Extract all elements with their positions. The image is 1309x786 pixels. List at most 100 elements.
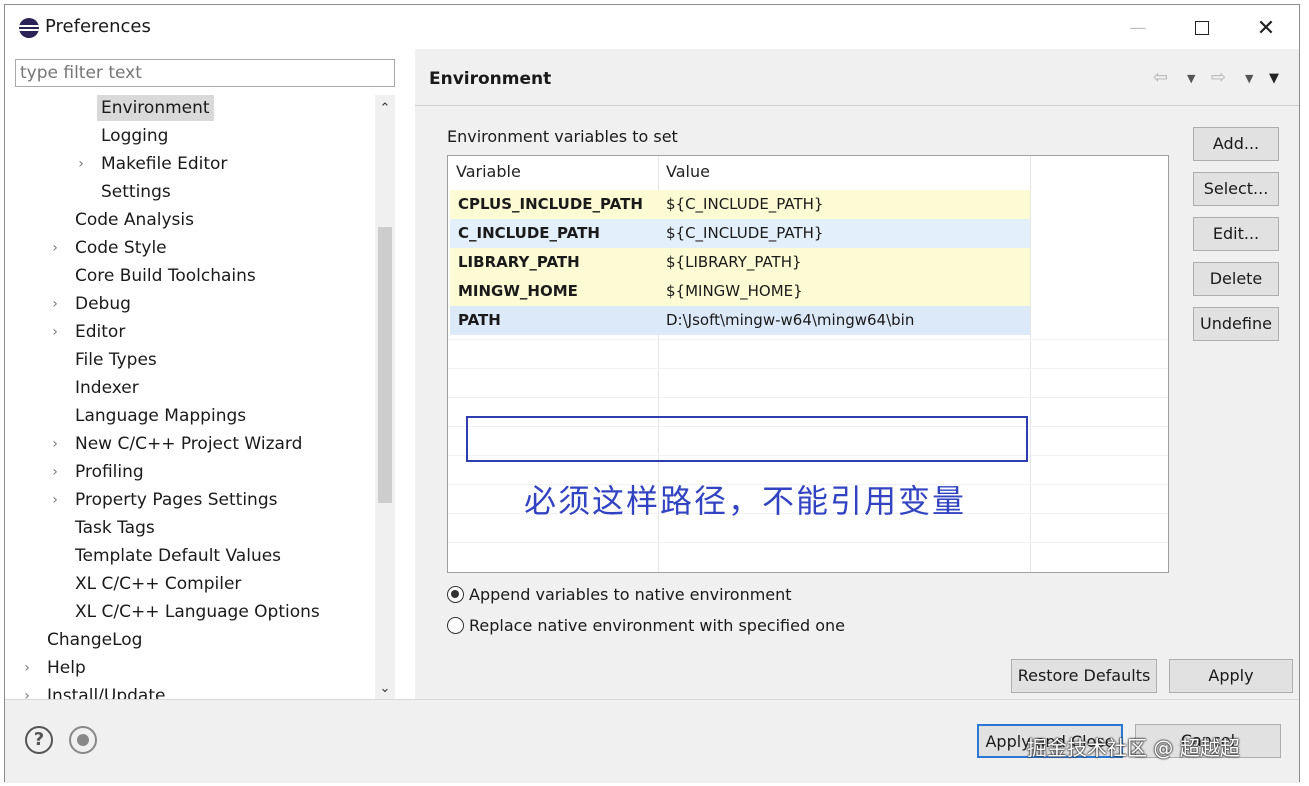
tree-item[interactable]: Template Default Values	[5, 543, 373, 569]
view-menu-icon[interactable]: ▼	[1269, 71, 1279, 86]
tree-item[interactable]: Logging	[5, 123, 373, 149]
tree-item[interactable]: › Makefile Editor	[5, 151, 373, 177]
tree-item-label: Debug	[75, 294, 131, 314]
restore-defaults-button[interactable]: Restore Defaults	[1011, 659, 1157, 693]
scroll-thumb[interactable]	[378, 227, 392, 503]
tree-item-label: Help	[47, 658, 86, 678]
variable-cell[interactable]: LIBRARY_PATH	[450, 248, 658, 277]
chevron-right-icon[interactable]: ›	[49, 319, 61, 345]
table-row[interactable]: PATH D:\Jsoft\mingw-w64\mingw64\bin	[450, 306, 1030, 335]
preferences-window: Preferences — ✕ Environment Logging › Makef…	[4, 4, 1300, 783]
title-bar: Preferences — ✕	[5, 5, 1299, 49]
tree-item[interactable]: Settings	[5, 179, 373, 205]
tree-item[interactable]: Indexer	[5, 375, 373, 401]
tree-item-label: Task Tags	[75, 518, 155, 538]
chevron-right-icon[interactable]: ›	[75, 151, 87, 177]
undefine-button[interactable]: Undefine	[1193, 307, 1279, 341]
tree-item[interactable]: XL C/C++ Language Options	[5, 599, 373, 625]
tree-item[interactable]: Code Analysis	[5, 207, 373, 233]
tree-item[interactable]: Core Build Toolchains	[5, 263, 373, 289]
maximize-button[interactable]	[1179, 13, 1225, 43]
preferences-tree: Environment Logging › Makefile Editor Settin…	[5, 95, 373, 699]
variable-cell[interactable]: MINGW_HOME	[450, 277, 658, 306]
variable-cell[interactable]: PATH	[450, 306, 658, 335]
column-header-variable[interactable]: Variable	[448, 156, 658, 188]
value-cell[interactable]: D:\Jsoft\mingw-w64\mingw64\bin	[658, 306, 1030, 335]
dialog-footer: ? Apply and Close Cancel 掘金技术社区 @ 超越超	[5, 699, 1299, 783]
value-cell[interactable]: ${LIBRARY_PATH}	[658, 248, 1030, 277]
chevron-right-icon[interactable]: ›	[49, 235, 61, 261]
chevron-right-icon[interactable]: ›	[49, 291, 61, 317]
edit-button[interactable]: Edit...	[1193, 217, 1279, 251]
annotation-text: 必须这样路径，不能引用变量	[524, 482, 967, 520]
tree-item-label: Install/Update	[47, 686, 166, 699]
help-icon[interactable]: ?	[25, 726, 53, 754]
tree-item-label: Code Style	[75, 238, 167, 258]
chevron-right-icon[interactable]: ›	[49, 431, 61, 457]
tree-item-label: Logging	[101, 126, 169, 146]
page-header: Environment ⇦ ▼ ⇨ ▼ ▼	[415, 49, 1299, 105]
tree-item[interactable]: ChangeLog	[5, 627, 373, 653]
select-button[interactable]: Select...	[1193, 172, 1279, 206]
append-radio[interactable]: Append variables to native environment	[447, 585, 792, 604]
minimize-button[interactable]: —	[1115, 13, 1161, 43]
tree-item[interactable]: › New C/C++ Project Wizard	[5, 431, 373, 457]
delete-button[interactable]: Delete	[1193, 262, 1279, 296]
tree-item-label: Settings	[101, 182, 171, 202]
preferences-tree-panel: Environment Logging › Makefile Editor Settin…	[5, 49, 409, 699]
table-row[interactable]: LIBRARY_PATH ${LIBRARY_PATH}	[450, 248, 1030, 277]
tree-item[interactable]: Language Mappings	[5, 403, 373, 429]
chevron-right-icon[interactable]: ›	[49, 487, 61, 513]
value-cell[interactable]: ${MINGW_HOME}	[658, 277, 1030, 306]
table-row[interactable]: MINGW_HOME ${MINGW_HOME}	[450, 277, 1030, 306]
table-row[interactable]: CPLUS_INCLUDE_PATH ${C_INCLUDE_PATH}	[450, 190, 1030, 219]
column-header-value[interactable]: Value	[658, 156, 1030, 188]
close-button[interactable]: ✕	[1243, 13, 1289, 43]
tree-item[interactable]: File Types	[5, 347, 373, 373]
tree-item[interactable]: › Install/Update	[5, 683, 373, 699]
preference-page: Environment ⇦ ▼ ⇨ ▼ ▼ Environment variab…	[415, 49, 1299, 699]
scroll-up-icon[interactable]: ⌃	[375, 99, 395, 119]
tree-item[interactable]: Task Tags	[5, 515, 373, 541]
tree-item[interactable]: › Profiling	[5, 459, 373, 485]
tree-scrollbar[interactable]: ⌃ ⌄	[375, 95, 395, 699]
tree-item[interactable]: › Property Pages Settings	[5, 487, 373, 513]
header-divider	[415, 105, 1299, 106]
tree-item[interactable]: › Help	[5, 655, 373, 681]
variable-cell[interactable]: C_INCLUDE_PATH	[450, 219, 658, 248]
radio-checked-icon[interactable]	[447, 586, 464, 603]
env-vars-table[interactable]: Variable Value CPLUS_INCLUDE_PATH ${C_INC…	[447, 155, 1169, 573]
radio-unchecked-icon[interactable]	[447, 617, 464, 634]
row-gridline	[448, 426, 1168, 427]
value-cell[interactable]: ${C_INCLUDE_PATH}	[658, 190, 1030, 219]
tree-item-label: Indexer	[75, 378, 139, 398]
forward-dropdown-icon[interactable]: ▼	[1245, 72, 1253, 85]
back-dropdown-icon[interactable]: ▼	[1187, 72, 1195, 85]
tree-item[interactable]: XL C/C++ Compiler	[5, 571, 373, 597]
tree-item-label: Property Pages Settings	[75, 490, 278, 510]
tree-item-label: Environment	[97, 95, 214, 121]
tree-item-label: New C/C++ Project Wizard	[75, 434, 303, 454]
tree-item[interactable]: › Code Style	[5, 235, 373, 261]
filter-input[interactable]	[15, 59, 395, 87]
back-arrow-icon[interactable]: ⇦	[1153, 67, 1168, 88]
maximize-icon	[1195, 21, 1209, 35]
add-button[interactable]: Add...	[1193, 127, 1279, 161]
tree-item-label: File Types	[75, 350, 157, 370]
tree-item-label: Makefile Editor	[101, 154, 228, 174]
row-gridline	[448, 455, 1168, 456]
scroll-down-icon[interactable]: ⌄	[375, 679, 395, 699]
table-row[interactable]: C_INCLUDE_PATH ${C_INCLUDE_PATH}	[450, 219, 1030, 248]
tree-item[interactable]: › Editor	[5, 319, 373, 345]
tree-item[interactable]: › Debug	[5, 291, 373, 317]
tree-item[interactable]: Environment	[5, 95, 373, 121]
chevron-right-icon[interactable]: ›	[21, 683, 33, 699]
replace-radio[interactable]: Replace native environment with specifie…	[447, 616, 845, 635]
value-cell[interactable]: ${C_INCLUDE_PATH}	[658, 219, 1030, 248]
chevron-right-icon[interactable]: ›	[21, 655, 33, 681]
chevron-right-icon[interactable]: ›	[49, 459, 61, 485]
apply-button[interactable]: Apply	[1169, 659, 1293, 693]
variable-cell[interactable]: CPLUS_INCLUDE_PATH	[450, 190, 658, 219]
forward-arrow-icon[interactable]: ⇨	[1211, 67, 1226, 88]
record-icon[interactable]	[69, 726, 97, 754]
